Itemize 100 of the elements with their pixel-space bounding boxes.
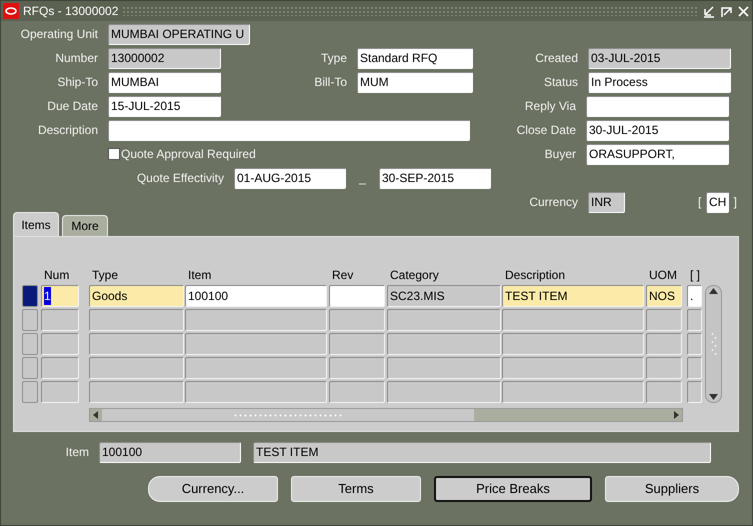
row-indicator[interactable] [22,381,38,403]
row-indicator[interactable] [22,333,38,355]
table-cell[interactable] [41,309,79,331]
input-field[interactable]: MUM [357,72,473,92]
table-cell[interactable] [687,357,702,379]
input-field[interactable] [108,120,470,140]
currency-field[interactable]: INR [588,192,625,212]
table-cell[interactable]: NOS [646,285,682,307]
row-indicator[interactable] [22,285,38,307]
table-cell[interactable]: 100100 [185,285,327,307]
field-label: Status [542,74,579,91]
action-button[interactable]: Suppliers [605,476,739,502]
column-header: Item [187,267,212,284]
close-icon[interactable] [737,4,750,18]
table-cell[interactable] [387,309,501,331]
vertical-scrollbar[interactable] [705,285,722,403]
field-label: Reply Via [524,98,577,115]
table-cell[interactable] [41,381,79,403]
item-code-field[interactable]: 100100 [99,442,241,462]
app-logo-icon [3,3,19,19]
table-cell[interactable]: Goods [89,285,184,307]
action-button[interactable]: Currency... [148,476,278,502]
field-label: Quote Effectivity [136,170,225,187]
table-cell[interactable] [329,309,385,331]
input-field[interactable]: MUMBAI OPERATING U [108,24,250,44]
table-cell[interactable]: . [687,285,702,307]
bracket-text: [ [698,194,702,211]
table-cell[interactable]: TEST ITEM [502,285,644,307]
table-cell[interactable] [387,381,501,403]
table-cell[interactable] [687,309,702,331]
column-header: [ ] [689,267,702,284]
table-cell[interactable] [41,333,79,355]
table-cell[interactable] [502,333,644,355]
table-cell[interactable] [185,357,327,379]
table-cell[interactable] [387,357,501,379]
range-separator: _ [358,170,367,187]
field-label: Type [320,50,348,67]
table-cell[interactable] [41,357,79,379]
field-label: Close Date [516,122,577,139]
flexfield-field[interactable]: CH [706,192,729,212]
row-indicator[interactable] [22,309,38,331]
grip-icon [710,332,716,356]
table-cell[interactable]: 1 [41,285,79,307]
action-button[interactable]: Price Breaks [434,476,592,502]
table-cell[interactable] [185,309,327,331]
row-indicator[interactable] [22,357,38,379]
table-cell[interactable] [687,333,702,355]
input-field[interactable]: 30-JUL-2015 [586,120,729,140]
table-cell[interactable] [646,381,682,403]
column-header: Rev [331,267,354,284]
table-cell[interactable] [646,333,682,355]
item-description-field[interactable]: TEST ITEM [253,442,711,462]
quote-approval-checkbox[interactable]: Quote Approval Required [108,145,256,163]
column-header: Description [504,267,566,284]
input-field[interactable]: 13000002 [108,48,221,68]
table-cell[interactable] [502,357,644,379]
table-cell[interactable] [329,333,385,355]
tab[interactable]: More [62,215,108,236]
action-button[interactable]: Terms [291,476,421,502]
tab[interactable]: Items [13,212,59,236]
table-cell[interactable] [687,381,702,403]
table-cell[interactable] [89,309,184,331]
table-cell[interactable] [646,309,682,331]
input-field[interactable]: ORASUPPORT, [586,144,729,164]
table-cell[interactable]: SC23.MIS [387,285,501,307]
window-title: RFQs - 13000002 [23,3,118,20]
field-label: Number [54,50,99,67]
table-cell[interactable] [185,381,327,403]
up-arrow-icon[interactable] [709,288,718,294]
horizontal-scrollbar[interactable] [89,408,683,422]
column-header: UOM [648,267,678,284]
input-field[interactable]: 03-JUL-2015 [588,48,731,68]
table-cell[interactable] [185,333,327,355]
minimize-icon[interactable] [703,4,716,18]
table-cell[interactable] [89,333,184,355]
date-field[interactable]: 01-AUG-2015 [234,168,346,188]
input-field[interactable]: In Process [588,72,731,92]
maximize-icon[interactable] [720,4,733,18]
column-header: Category [389,267,440,284]
field-label: Description [36,122,99,139]
field-label: Currency [528,194,579,211]
down-arrow-icon[interactable] [709,394,718,400]
table-cell[interactable] [329,285,385,307]
input-field[interactable] [586,96,729,116]
table-cell[interactable] [89,357,184,379]
table-cell[interactable] [89,381,184,403]
table-cell[interactable] [329,357,385,379]
table-cell[interactable] [502,309,644,331]
table-cell[interactable] [329,381,385,403]
input-field[interactable]: MUMBAI [108,72,221,92]
date-field[interactable]: 30-SEP-2015 [379,168,491,188]
field-label: Bill-To [313,74,348,91]
field-label: Operating Unit [20,26,99,43]
table-cell[interactable] [387,333,501,355]
column-header: Type [91,267,120,284]
field-label: Due Date [46,98,99,115]
input-field[interactable]: Standard RFQ [357,48,473,68]
table-cell[interactable] [502,381,644,403]
input-field[interactable]: 15-JUL-2015 [108,96,221,116]
table-cell[interactable] [646,357,682,379]
